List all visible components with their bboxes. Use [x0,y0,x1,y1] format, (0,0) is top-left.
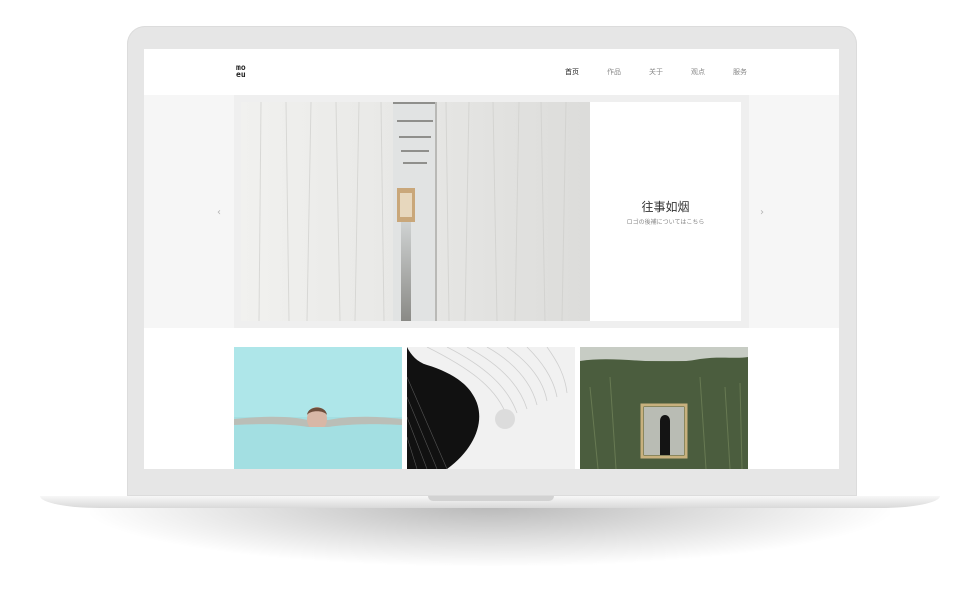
thumbnail-spiral[interactable] [407,347,575,469]
thumbnail-pool[interactable] [234,347,402,469]
pool-swimmer-photo [234,347,402,469]
nav-item-home[interactable]: 首页 [537,67,579,77]
hero-caption-panel: 往事如烟 ロゴの後補についてはこちら [590,102,741,321]
hero-title: 往事如烟 [641,200,690,214]
spiral-sculpture-photo [407,347,575,469]
nav-item-services[interactable]: 服务 [705,67,747,77]
thumbnail-grid [234,347,749,469]
slider-next-icon[interactable]: › [760,207,764,218]
nav-item-about[interactable]: 关于 [621,67,663,77]
thumbnail-field[interactable] [580,347,748,469]
logo-bottom-text: eu [236,70,246,79]
slider-prev-icon[interactable]: ‹ [217,207,221,218]
nav-item-works[interactable]: 作品 [579,67,621,77]
laptop-mockup: mo eu 首页 作品 关于 观点 服务 ‹ › 往事如烟 ロゴの後補については… [0,0,980,600]
nav-item-views[interactable]: 观点 [663,67,705,77]
laptop-screen: mo eu 首页 作品 关于 观点 服务 ‹ › 往事如烟 ロゴの後補については… [144,49,839,469]
laptop-notch [428,496,554,501]
hero-subtitle: ロゴの後補についてはこちら [626,219,705,226]
site-header: mo eu 首页 作品 关于 观点 服务 [144,49,839,95]
laptop-shadow [90,506,890,566]
hero-image [241,102,590,321]
curtain-installation-photo [241,102,590,321]
site-logo[interactable]: mo eu [236,64,256,79]
main-nav: 首页 作品 关于 观点 服务 [537,67,747,77]
field-doorway-photo [580,347,748,469]
